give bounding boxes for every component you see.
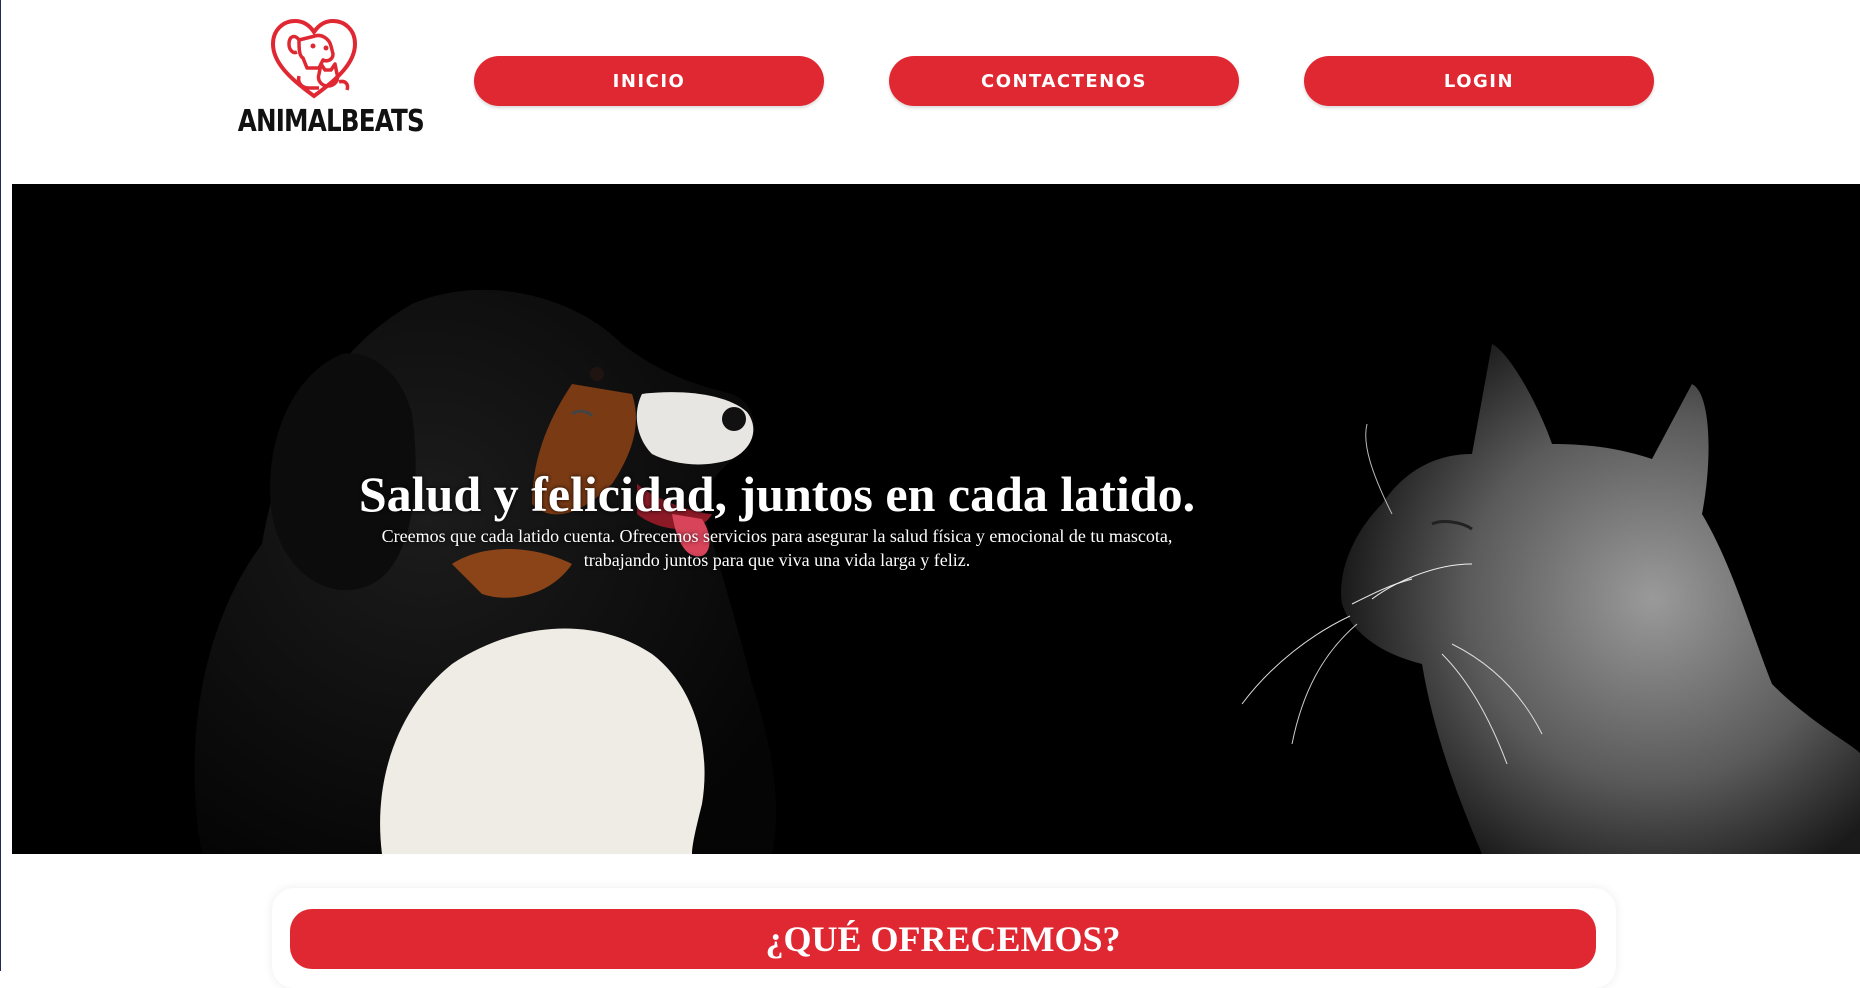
offer-section: ¿QUÉ OFRECEMOS?	[272, 888, 1616, 988]
hero-banner: Salud y felicidad, juntos en cada latido…	[12, 184, 1860, 854]
brand-name: ANIMALBEATS	[237, 104, 425, 139]
hero-subtitle-line-2: trabajando juntos para que viva una vida…	[583, 550, 971, 570]
dog-cat-heart-icon	[270, 18, 358, 99]
offer-heading: ¿QUÉ OFRECEMOS?	[290, 909, 1596, 969]
nav-contactenos-button[interactable]: CONTACTENOS	[889, 56, 1239, 106]
nav-inicio-button[interactable]: INICIO	[474, 56, 824, 106]
hero-text-block: Salud y felicidad, juntos en cada latido…	[12, 466, 1542, 572]
brand-logo[interactable]: ANIMALBEATS	[221, 18, 425, 143]
hero-subtitle-line-1: Creemos que cada latido cuenta. Ofrecemo…	[381, 526, 1173, 546]
nav-login-button[interactable]: LOGIN	[1304, 56, 1654, 106]
hero-title: Salud y felicidad, juntos en cada latido…	[358, 466, 1196, 522]
site-header: ANIMALBEATS INICIO CONTACTENOS LOGIN	[1, 0, 1860, 184]
